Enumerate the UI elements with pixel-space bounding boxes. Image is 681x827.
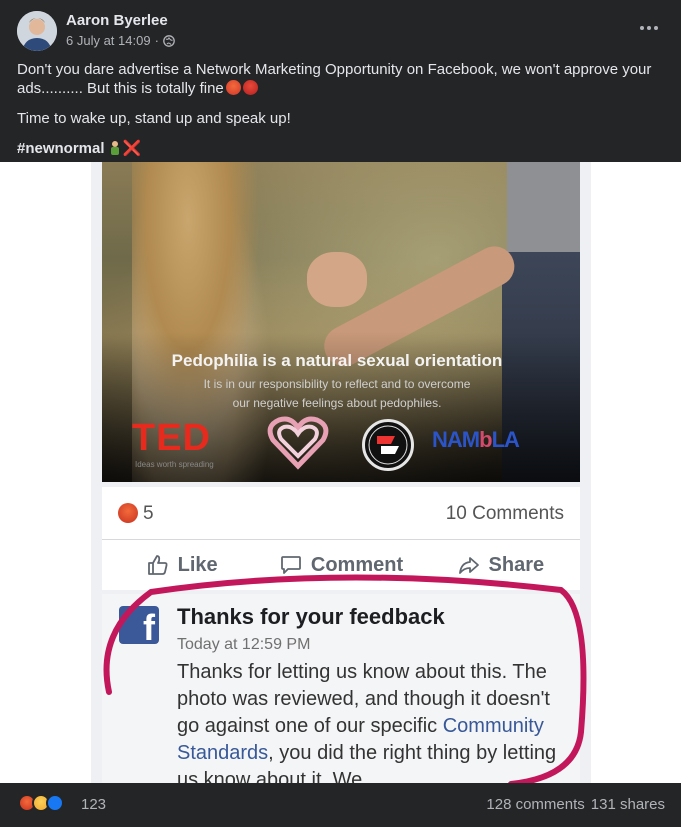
footer-counts: 128 comments 131 shares (486, 796, 665, 813)
avatar[interactable] (17, 11, 57, 51)
share-label: Share (488, 553, 545, 576)
red-x-icon: ❌ (122, 140, 142, 157)
feedback-time: Today at 12:59 PM (177, 636, 311, 653)
post-text-main: Don't you dare advertise a Network Marke… (17, 61, 652, 97)
feedback-notification: f Thanks for your feedback Today at 12:5… (102, 594, 580, 783)
post-body: Don't you dare advertise a Network Marke… (17, 60, 657, 169)
post-header: Aaron Byerlee 6 July at 14:09 · Don't yo… (0, 0, 681, 162)
photo-subline-2: our negative feelings about pedophiles. (232, 396, 442, 410)
antifa-flags (368, 425, 408, 465)
ted-tagline: Ideas worth spreading (135, 460, 214, 469)
screenshot-stats-row: 5 10 Comments (102, 487, 580, 539)
like-label: Like (177, 553, 218, 576)
comment-label: Comment (310, 553, 404, 576)
photo-adult-shirt (507, 162, 580, 262)
photo-headline: Pedophilia is a natural sexual orientati… (171, 351, 503, 370)
antifa-logo-icon (362, 419, 414, 471)
meta-separator: · (154, 33, 159, 48)
feedback-body: Thanks for letting us know about this. T… (177, 659, 557, 783)
angry-emoji-icon (225, 80, 241, 95)
post-meta: 6 July at 14:09 · (66, 33, 175, 48)
reaction-icons[interactable] (18, 794, 64, 812)
comments-count-link[interactable]: 128 comments (486, 796, 584, 813)
hashtag-link[interactable]: #newnormal (17, 140, 105, 157)
feedback-title: Thanks for your feedback (177, 604, 445, 629)
shares-count-link[interactable]: 131 shares (591, 796, 665, 813)
screenshot-comments-count: 10 Comments (445, 503, 564, 524)
photo-hands: Pedophilia is a natural sexual orientati… (102, 162, 580, 482)
avatar-image (17, 11, 57, 51)
nambla-logo: NAMbLA (432, 427, 520, 453)
photo-hands-holding (307, 252, 367, 307)
angry-reaction-icon (118, 503, 138, 523)
reaction-total[interactable]: 123 (81, 796, 106, 813)
post-text-line1: Don't you dare advertise a Network Marke… (17, 60, 657, 98)
more-options-button[interactable] (637, 18, 661, 38)
heart-logo-icon (267, 416, 329, 470)
man-emoji-icon (110, 141, 119, 155)
author-name[interactable]: Aaron Byerlee (66, 12, 168, 29)
globe-icon (163, 34, 175, 47)
screenshot-actions-row: Like Comment Share (102, 540, 580, 590)
post-text-line2: Time to wake up, stand up and speak up! (17, 110, 291, 127)
screenshot-phone: Pedophilia is a natural sexual orientati… (91, 162, 591, 783)
post-hashtag-line: #newnormal ❌ (17, 139, 657, 158)
share-arrow-icon (458, 557, 479, 574)
screenshot-share-action: Share (421, 540, 580, 590)
comment-icon (280, 556, 301, 574)
screenshot-comment-action: Comment (261, 540, 420, 590)
more-dots-icon (640, 26, 644, 30)
cursing-emoji-icon (242, 80, 258, 95)
photo-subline-1: It is in our responsibility to reflect a… (203, 377, 471, 391)
post-date[interactable]: 6 July at 14:09 (66, 33, 151, 48)
more-dot (654, 26, 658, 30)
thumbs-up-icon (147, 555, 168, 575)
screenshot-like-action: Like (102, 540, 261, 590)
screenshot-reaction-count: 5 (143, 503, 154, 524)
like-reaction-icon (46, 794, 64, 812)
nambla-text-1: NAM (432, 427, 480, 452)
more-dot (647, 26, 651, 30)
ted-logo: TED (132, 417, 211, 459)
facebook-logo-icon: f (119, 606, 159, 644)
post-footer: 123 128 comments 131 shares (0, 783, 681, 827)
photo-subline: It is in our responsibility to reflect a… (102, 375, 572, 413)
nambla-text-2: b (479, 427, 492, 452)
nambla-text-3: LA (491, 427, 520, 452)
shared-image[interactable]: Pedophilia is a natural sexual orientati… (0, 162, 681, 783)
